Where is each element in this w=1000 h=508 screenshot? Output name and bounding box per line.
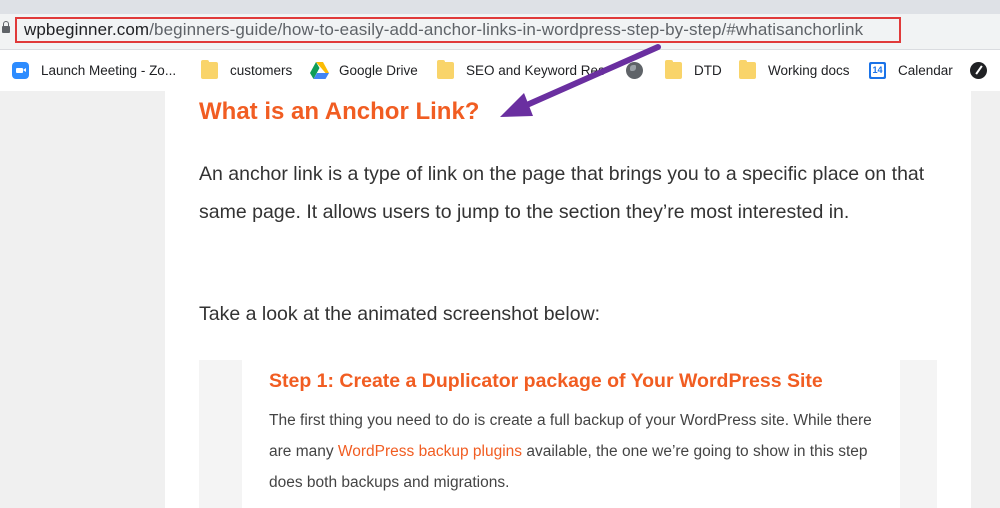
folder-icon bbox=[665, 59, 682, 79]
bookmark-label: DTD bbox=[694, 62, 722, 78]
bookmark-globe[interactable] bbox=[626, 60, 655, 80]
bookmark-label: Calendar bbox=[898, 62, 953, 78]
section-heading: What is an Anchor Link? bbox=[199, 98, 480, 125]
article-paragraph: Take a look at the animated screenshot b… bbox=[199, 303, 601, 325]
globe-icon bbox=[626, 61, 643, 79]
bookmark-label: SEO and Keyword Res bbox=[466, 62, 605, 78]
bookmark-working-docs[interactable]: Working docs bbox=[739, 59, 850, 80]
screenshot-heading: Step 1: Create a Duplicator package of Y… bbox=[269, 370, 823, 392]
zoom-icon bbox=[12, 61, 29, 79]
bookmark-calendar[interactable]: 14 Calendar bbox=[869, 60, 953, 80]
google-drive-icon bbox=[310, 61, 329, 79]
article-paragraph: An anchor link is a type of link on the … bbox=[199, 163, 925, 223]
folder-icon bbox=[201, 59, 218, 79]
page-viewport: What is an Anchor Link? An anchor link i… bbox=[0, 91, 1000, 508]
folder-icon bbox=[437, 59, 454, 79]
bookmark-label: customers bbox=[230, 62, 293, 78]
url-highlight-box bbox=[15, 17, 901, 43]
screenshot-paragraph: The first thing you need to do is create… bbox=[269, 405, 889, 498]
bookmark-label: Working docs bbox=[768, 62, 850, 78]
backup-plugins-link[interactable]: WordPress backup plugins bbox=[338, 443, 522, 460]
screenshot-frame: Step 1: Create a Duplicator package of Y… bbox=[242, 360, 900, 508]
calendar-icon-date: 14 bbox=[871, 63, 884, 77]
bookmark-google-drive[interactable]: Google Drive bbox=[310, 60, 418, 80]
calendar-icon: 14 bbox=[869, 61, 886, 79]
lock-icon[interactable] bbox=[2, 21, 10, 34]
bookmarks-bar: Launch Meeting - Zo... customers Google … bbox=[0, 50, 1000, 91]
dark-circle-icon bbox=[970, 61, 987, 79]
folder-icon bbox=[739, 59, 756, 79]
article-content: What is an Anchor Link? An anchor link i… bbox=[165, 91, 971, 508]
bookmark-extra[interactable] bbox=[970, 60, 999, 80]
bookmark-dtd[interactable]: DTD bbox=[665, 59, 722, 80]
bookmark-customers[interactable]: customers bbox=[201, 59, 293, 80]
bookmark-label: Google Drive bbox=[339, 62, 418, 78]
animated-screenshot: Step 1: Create a Duplicator package of Y… bbox=[199, 360, 937, 508]
tab-strip bbox=[0, 0, 1000, 14]
bookmark-launch-meeting[interactable]: Launch Meeting - Zo... bbox=[12, 60, 176, 80]
bookmark-label: Launch Meeting - Zo... bbox=[41, 62, 177, 78]
bookmark-seo-keyword[interactable]: SEO and Keyword Res bbox=[437, 59, 605, 80]
